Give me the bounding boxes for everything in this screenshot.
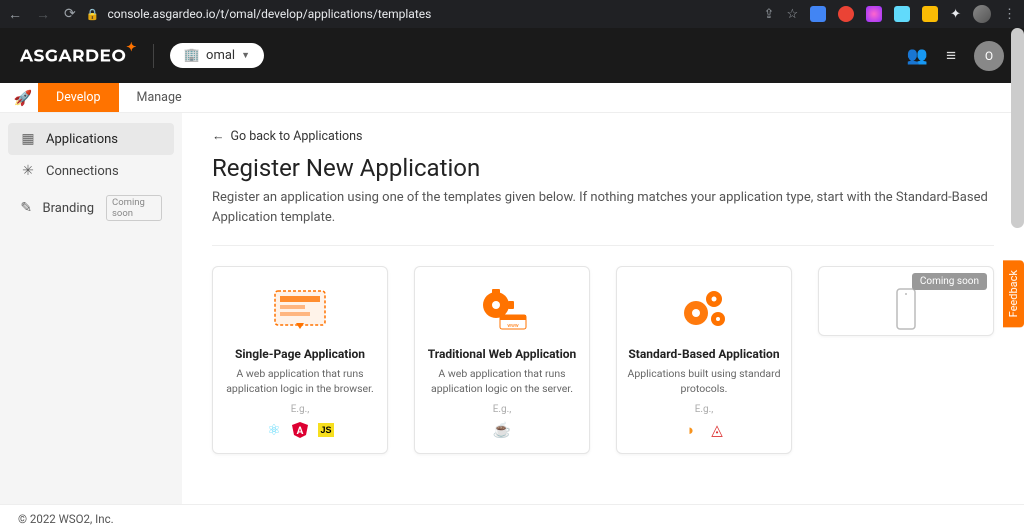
user-avatar[interactable]: O [974, 41, 1004, 71]
footer-text: © 2022 WSO2, Inc. [18, 512, 114, 526]
sidebar-item-connections[interactable]: ✳ Connections [8, 155, 174, 187]
coming-soon-badge: Coming soon [912, 273, 987, 290]
page-subtitle: Register an application using one of the… [212, 188, 992, 227]
sidebar-item-branding[interactable]: ✎ Branding Coming soon [8, 187, 174, 229]
card-desc: Applications built using standard protoc… [627, 367, 781, 396]
chevron-down-icon: ▼ [241, 50, 250, 61]
eg-label: E.g., [425, 404, 579, 415]
java-icon: ☕ [493, 421, 511, 439]
svg-text:www: www [507, 323, 519, 329]
ext-gradient-icon[interactable] [866, 6, 882, 22]
forward-icon[interactable]: → [36, 6, 50, 23]
divider [153, 44, 154, 68]
openid-icon: ◗ [682, 421, 700, 439]
building-icon: 🏢 [184, 48, 200, 63]
separator [212, 245, 994, 246]
arrow-left-icon: ← [212, 129, 225, 144]
main-content: ← Go back to Applications Register New A… [182, 113, 1024, 504]
tab-bar: 🚀 Develop Manage [0, 83, 1024, 113]
branding-icon: ✎ [20, 200, 33, 216]
community-icon[interactable]: 👥 [907, 46, 928, 66]
eg-label: E.g., [627, 404, 781, 415]
sidebar-item-label: Connections [46, 164, 119, 179]
card-title: Standard-Based Application [627, 347, 781, 361]
connections-icon: ✳ [20, 163, 36, 179]
angular-icon: A [291, 421, 309, 439]
traditional-illustration-icon: www [472, 285, 532, 333]
extensions-icon[interactable]: ✦ [950, 7, 961, 22]
page-title: Register New Application [212, 154, 994, 182]
profile-avatar-icon[interactable] [973, 5, 991, 23]
tab-manage[interactable]: Manage [119, 83, 200, 112]
feedback-button[interactable]: Feedback [1003, 260, 1024, 327]
coming-soon-badge: Coming soon [106, 195, 162, 221]
app-header: ASGARDEO✦ 🏢 omal ▼ 👥 ≡ O [0, 28, 1024, 83]
spa-illustration-icon [270, 285, 330, 333]
ext-red-icon[interactable] [838, 6, 854, 22]
react-icon: ⚛ [265, 421, 283, 439]
browser-chrome: ← → ⟳ 🔒 console.asgardeo.io/t/omal/devel… [0, 0, 1024, 28]
standard-illustration-icon [674, 285, 734, 333]
ext-meet-icon[interactable] [810, 6, 826, 22]
scrollbar[interactable] [1011, 28, 1024, 228]
footer: © 2022 WSO2, Inc. [0, 504, 1024, 532]
back-icon[interactable]: ← [8, 6, 22, 23]
card-standard-based-application[interactable]: Standard-Based Application Applications … [616, 266, 792, 454]
logo[interactable]: ASGARDEO✦ [20, 44, 137, 67]
star-icon[interactable]: ☆ [786, 7, 798, 22]
tenant-name: omal [206, 48, 235, 63]
share-icon[interactable]: ⇪ [764, 7, 775, 22]
eg-label: E.g., [223, 404, 377, 415]
ext-react-icon[interactable] [894, 6, 910, 22]
card-desc: A web application that runs application … [223, 367, 377, 396]
kebab-icon[interactable]: ⋮ [1003, 7, 1016, 22]
card-title: Single-Page Application [223, 347, 377, 361]
javascript-icon: JS [317, 421, 335, 439]
grid-icon: ▦ [20, 131, 36, 147]
tab-develop[interactable]: Develop [38, 83, 119, 112]
menu-icon[interactable]: ≡ [946, 46, 956, 66]
reload-icon[interactable]: ⟳ [64, 6, 76, 23]
back-link[interactable]: ← Go back to Applications [212, 129, 994, 144]
card-traditional-web-application[interactable]: www Traditional Web Application A web ap… [414, 266, 590, 454]
saml-icon: ◬ [708, 421, 726, 439]
card-mobile-application[interactable]: Coming soon [818, 266, 994, 336]
url-text: console.asgardeo.io/t/omal/develop/appli… [107, 7, 431, 21]
lock-icon: 🔒 [86, 8, 100, 21]
card-single-page-application[interactable]: Single-Page Application A web applicatio… [212, 266, 388, 454]
rocket-icon[interactable]: 🚀 [8, 83, 38, 112]
card-desc: A web application that runs application … [425, 367, 579, 396]
tenant-switcher[interactable]: 🏢 omal ▼ [170, 43, 264, 68]
svg-text:A: A [297, 426, 304, 437]
card-title: Traditional Web Application [425, 347, 579, 361]
mobile-illustration-icon [876, 285, 936, 333]
template-cards: Single-Page Application A web applicatio… [212, 266, 994, 454]
sidebar-item-label: Branding [43, 201, 94, 216]
sidebar-item-applications[interactable]: ▦ Applications [8, 123, 174, 155]
address-bar[interactable]: 🔒 console.asgardeo.io/t/omal/develop/app… [86, 7, 754, 21]
ext-keep-icon[interactable] [922, 6, 938, 22]
sidebar: ▦ Applications ✳ Connections ✎ Branding … [0, 113, 182, 504]
sidebar-item-label: Applications [46, 132, 118, 147]
